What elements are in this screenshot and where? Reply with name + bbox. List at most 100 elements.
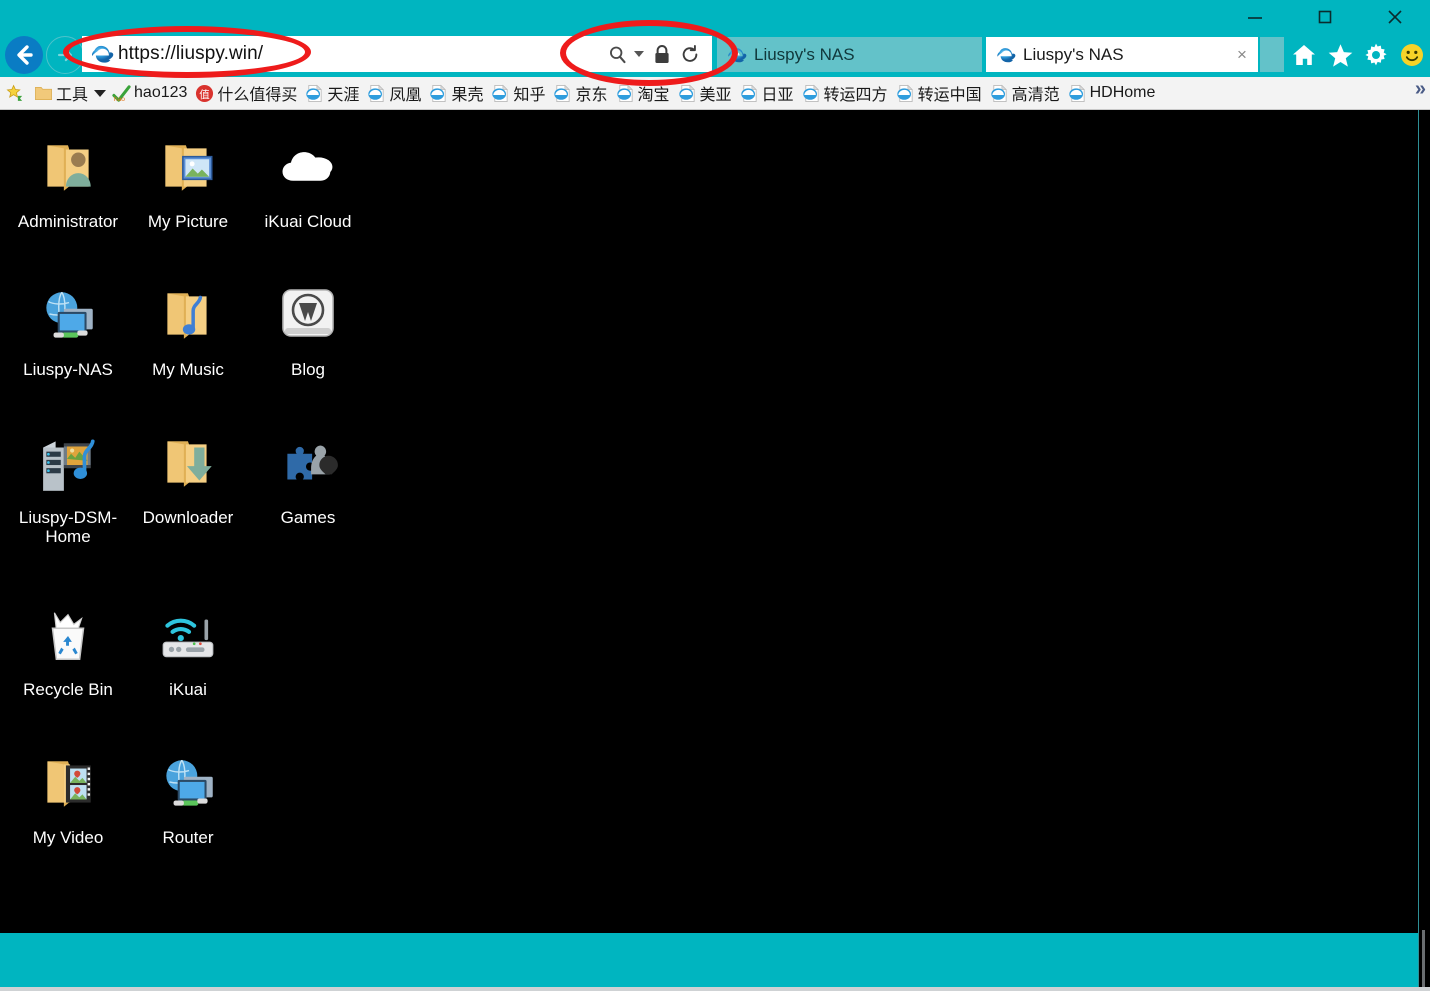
favorite-guokr[interactable]: 果壳 — [426, 78, 488, 108]
tab-label: Liuspy's NAS — [1023, 44, 1124, 64]
browser-toolbar — [1290, 37, 1426, 73]
browser-window: https://liuspy.win/ Liuspy's NAS Liuspy'… — [0, 0, 1430, 991]
pictures-folder-icon — [152, 132, 224, 204]
favorite-label: 知乎 — [513, 87, 546, 104]
desktop-icon-my-video[interactable]: My Video — [8, 740, 128, 888]
refresh-icon[interactable] — [680, 44, 700, 65]
favorite-label: 淘宝 — [637, 87, 670, 104]
home-icon[interactable] — [1290, 41, 1318, 69]
favorite-hao123[interactable]: hao hao123 — [109, 78, 192, 108]
recycle-bin-icon — [32, 600, 104, 672]
favorite-label: 凤凰 — [389, 87, 422, 104]
settings-gear-icon[interactable] — [1362, 41, 1390, 69]
hao123-icon: hao — [112, 84, 131, 103]
favorite-fenghuang[interactable]: 凤凰 — [364, 78, 426, 108]
favorites-overflow-button[interactable]: » — [1415, 78, 1426, 101]
desktop-icon-games[interactable]: Games — [248, 420, 368, 592]
desktop-icon-downloader[interactable]: Downloader — [128, 420, 248, 592]
window-controls — [1220, 0, 1430, 34]
desktop-icon-label: iKuai — [169, 680, 207, 699]
window-right-edge — [1418, 110, 1430, 991]
desktop-icon-label: iKuai Cloud — [264, 212, 352, 231]
favorite-label: 高清范 — [1011, 87, 1060, 104]
user-folder-icon — [32, 132, 104, 204]
video-folder-icon — [32, 748, 104, 820]
music-folder-icon — [152, 280, 224, 352]
favorite-label: 什么值得买 — [217, 87, 298, 104]
cloud-icon — [272, 132, 344, 204]
desktop-icon-my-picture[interactable]: My Picture — [128, 124, 248, 272]
favorite-zhihu[interactable]: 知乎 — [488, 78, 550, 108]
favorite-taobao[interactable]: 淘宝 — [613, 78, 675, 108]
desktop-icon-ikuai-cloud[interactable]: iKuai Cloud — [248, 124, 368, 272]
favorite-zhuanyun-sifang[interactable]: 转运四方 — [799, 78, 893, 108]
feedback-smiley-icon[interactable] — [1398, 41, 1426, 69]
desktop-icon-liuspy-nas[interactable]: Liuspy-NAS — [8, 272, 128, 420]
forward-button[interactable] — [46, 36, 84, 74]
desktop-icon-label: Games — [280, 508, 336, 527]
favorite-label: 天涯 — [327, 87, 360, 104]
tab-liuspys-nas-2[interactable]: Liuspy's NAS × — [986, 37, 1258, 72]
desktop-icon-label: Liuspy-DSM-Home — [18, 508, 118, 546]
favorite-label: hao123 — [134, 84, 188, 101]
desktop-icon-liuspy-dsm-home[interactable]: Liuspy-DSM-Home — [8, 420, 128, 592]
favorite-riya[interactable]: 日亚 — [737, 78, 799, 108]
favorites-star-icon[interactable] — [1326, 41, 1354, 69]
add-favorite-star-icon — [6, 84, 25, 103]
desktop-icon-label: My Music — [152, 360, 224, 379]
tab-liuspys-nas-1[interactable]: Liuspy's NAS — [717, 37, 982, 72]
desktop-canvas: Administrator My Picture iKuai Cloud Liu… — [0, 110, 1418, 933]
lock-icon[interactable] — [653, 44, 671, 65]
address-input[interactable]: https://liuspy.win/ — [118, 43, 607, 65]
desktop-icon-label: Blog — [290, 360, 326, 379]
search-icon[interactable] — [607, 44, 628, 65]
favorite-label: 果壳 — [451, 87, 484, 104]
favorites-folder-tools[interactable]: 工具 — [31, 78, 109, 108]
favorite-jd[interactable]: 京东 — [550, 78, 612, 108]
favorite-gaoqingfan[interactable]: 高清范 — [987, 78, 1065, 108]
folder-icon — [34, 84, 53, 103]
network-computer-icon — [32, 280, 104, 352]
ie-page-icon — [990, 84, 1009, 103]
tab-label: Liuspy's NAS — [754, 44, 855, 64]
desktop-icon-ikuai[interactable]: iKuai — [128, 592, 248, 740]
chevron-down-icon[interactable] — [94, 89, 107, 97]
favorite-label: 美亚 — [699, 87, 732, 104]
svg-text:值: 值 — [200, 87, 210, 100]
desktop-icon-label: My Video — [32, 828, 104, 847]
network-computer-icon — [152, 748, 224, 820]
favorite-hdhome[interactable]: HDHome — [1065, 78, 1161, 108]
close-button[interactable] — [1360, 0, 1430, 34]
ie-icon — [994, 44, 1016, 66]
desktop-icon-blog[interactable]: Blog — [248, 272, 368, 420]
desktop-icon-label: My Picture — [147, 212, 229, 231]
favorite-label: 转运中国 — [917, 87, 982, 104]
ie-icon — [725, 44, 747, 66]
desktop-icon-my-music[interactable]: My Music — [128, 272, 248, 420]
address-tools — [607, 44, 706, 65]
games-icon — [272, 428, 344, 500]
favorite-smzdm[interactable]: 值 什么值得买 — [192, 78, 302, 108]
ie-page-icon — [429, 84, 448, 103]
desktop-icon-recycle-bin[interactable]: Recycle Bin — [8, 592, 128, 740]
favorite-meiya[interactable]: 美亚 — [675, 78, 737, 108]
desktop-icon-router[interactable]: Router — [128, 740, 248, 888]
close-tab-button[interactable]: × — [1234, 45, 1250, 65]
ie-page-icon — [616, 84, 635, 103]
favorite-label: 京东 — [575, 87, 608, 104]
back-button[interactable] — [5, 36, 43, 74]
svg-text:hao: hao — [114, 96, 125, 103]
minimize-button[interactable] — [1220, 0, 1290, 34]
favorite-label: 工具 — [56, 87, 89, 104]
maximize-button[interactable] — [1290, 0, 1360, 34]
desktop-icon-label: Router — [162, 828, 214, 847]
router-wifi-icon — [152, 600, 224, 672]
favorite-tianya[interactable]: 天涯 — [302, 78, 364, 108]
desktop-icon-administrator[interactable]: Administrator — [8, 124, 128, 272]
favorite-zhuanyun-china[interactable]: 转运中国 — [893, 78, 987, 108]
add-favorite-button[interactable] — [3, 78, 31, 108]
scrollbar[interactable] — [1422, 930, 1425, 988]
chevron-down-icon[interactable] — [634, 51, 644, 57]
address-bar[interactable]: https://liuspy.win/ — [82, 36, 712, 72]
new-tab-button[interactable] — [1260, 37, 1284, 72]
